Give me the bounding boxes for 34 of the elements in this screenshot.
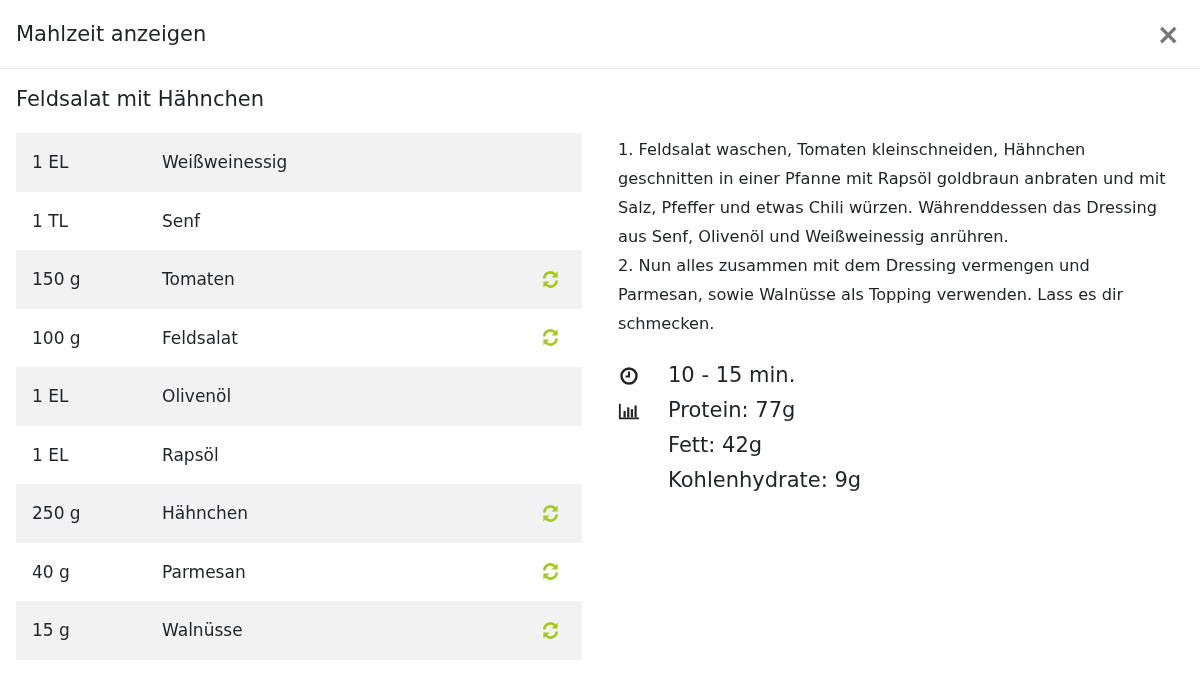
ingredient-cell-text: Senf xyxy=(162,210,202,231)
ingredient-cell-text: Tomaten xyxy=(162,269,236,290)
amount-cell-text: 250 g xyxy=(32,503,82,524)
instruction-step: 1. Feldsalat waschen, Tomaten kleinschneiden, Hähnchen geschnitten in einer Pfanne mit Rapsöl goldbraun anbraten und mit Salz, Pfeffer und etwas Chili würzen. Währenddessen das Dressing aus Senf, Olivenöl und Weißweinessig anrühren. xyxy=(618,135,1176,251)
amount-cell-text: 1 EL xyxy=(32,386,70,407)
clock-icon xyxy=(618,366,640,386)
ingredient-cell-text: Weißweinessig xyxy=(162,152,289,173)
ingredient-cell-text: Feldsalat xyxy=(162,327,239,348)
refresh-icon[interactable] xyxy=(541,328,560,348)
amount-cell-text: 1 EL xyxy=(32,444,70,465)
refresh-icon[interactable] xyxy=(541,620,560,640)
instruction-step: 2. Nun alles zusammen mit dem Dressing vermengen und Parmesan, sowie Walnüsse als Topping verwenden. Lass es dir schmecken. xyxy=(618,251,1176,338)
nutrition-text: Kohlenhydrate: 9g xyxy=(668,467,863,494)
amount-cell-text: 1 TL xyxy=(32,210,70,231)
close-button[interactable]: × xyxy=(1152,17,1184,51)
time-text: 10 - 15 min. xyxy=(668,362,797,389)
amount-cell-text: 15 g xyxy=(32,620,71,641)
amount-cell-text: 100 g xyxy=(32,327,82,348)
ingredient-cell-text: Walnüsse xyxy=(162,620,244,641)
meal-title: Feldsalat mit Hähnchen xyxy=(16,87,265,111)
ingredient-cell-text: Parmesan xyxy=(162,561,247,582)
refresh-icon[interactable] xyxy=(541,503,560,523)
refresh-icon[interactable] xyxy=(541,269,560,289)
refresh-icon[interactable] xyxy=(541,562,560,582)
amount-cell-text: 150 g xyxy=(32,269,82,290)
bar-chart-icon xyxy=(618,401,640,421)
dialog-title: Mahlzeit anzeigen xyxy=(16,22,207,46)
ingredient-cell-text: Olivenöl xyxy=(162,386,233,407)
amount-cell-text: 1 EL xyxy=(32,152,70,173)
ingredient-cell-text: Rapsöl xyxy=(162,444,220,465)
ingredient-cell-text: Hähnchen xyxy=(162,503,250,524)
nutrition-text: Protein: 77g xyxy=(668,397,797,424)
nutrition-text: Fett: 42g xyxy=(668,432,764,459)
amount-cell-text: 40 g xyxy=(32,561,71,582)
